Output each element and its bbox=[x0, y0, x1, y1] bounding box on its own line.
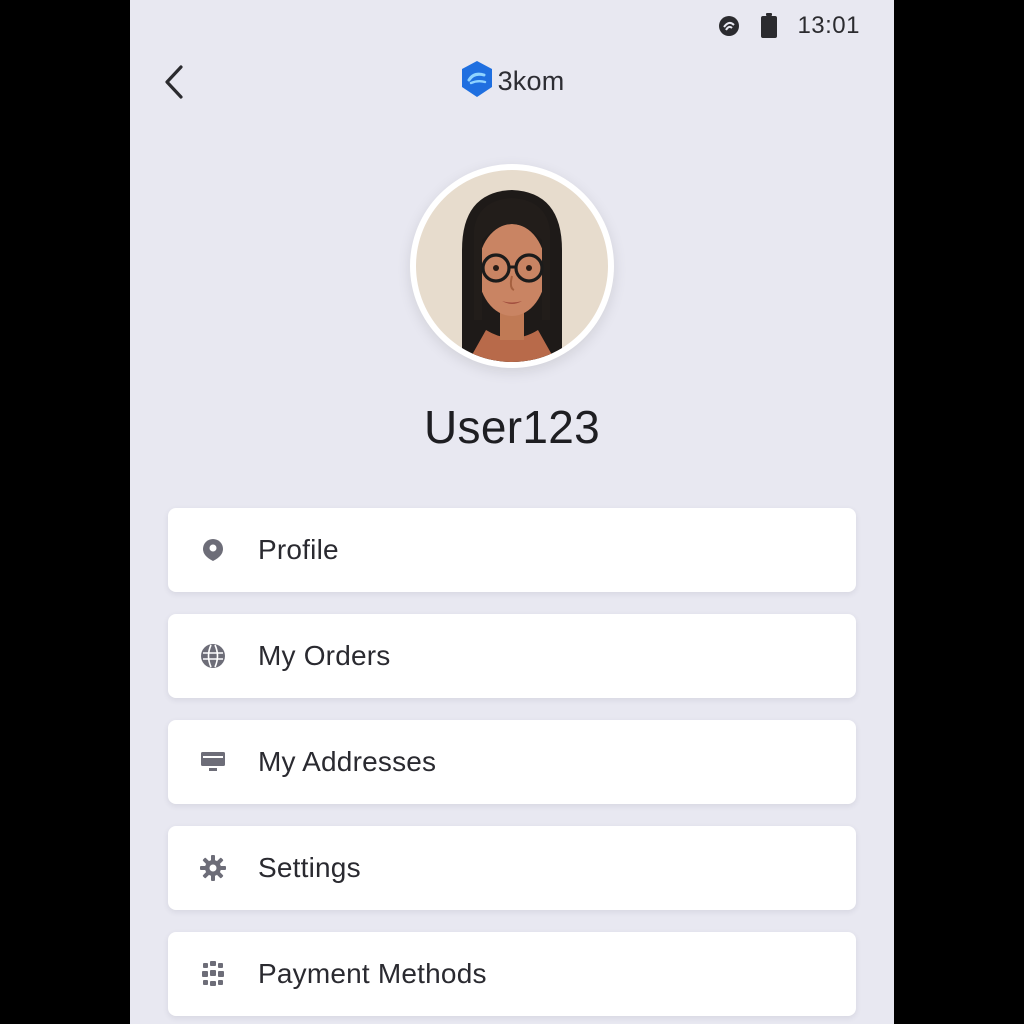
menu-item-label: My Orders bbox=[258, 640, 391, 671]
profile-menu: Profile My Orders My Addresses Settings … bbox=[168, 508, 856, 1024]
status-bar: 13:01 bbox=[717, 12, 860, 40]
menu-item-label: Profile bbox=[258, 534, 339, 565]
menu-item-label: My Addresses bbox=[258, 746, 437, 777]
menu-item-label: Settings bbox=[258, 852, 361, 883]
brand-logo-icon bbox=[460, 60, 494, 103]
globe-icon bbox=[198, 641, 228, 671]
location-pin-icon bbox=[198, 535, 228, 565]
menu-item-label: Payment Methods bbox=[258, 958, 487, 989]
status-time: 13:01 bbox=[797, 12, 860, 39]
menu-item-my-addresses[interactable]: My Addresses bbox=[168, 720, 856, 804]
menu-item-settings[interactable]: Settings bbox=[168, 826, 856, 910]
grid-cube-icon bbox=[198, 959, 228, 989]
menu-item-payment-methods[interactable]: Payment Methods bbox=[168, 932, 856, 1016]
username: User123 bbox=[424, 401, 600, 453]
battery-icon bbox=[757, 13, 781, 39]
menu-item-my-orders[interactable]: My Orders bbox=[168, 614, 856, 698]
monitor-icon bbox=[198, 747, 228, 777]
avatar[interactable] bbox=[410, 164, 614, 368]
menu-item-profile[interactable]: Profile bbox=[168, 508, 856, 592]
gear-icon bbox=[198, 853, 228, 883]
brand-name: 3kom bbox=[497, 66, 565, 96]
signal-icon bbox=[717, 13, 741, 39]
avatar-photo bbox=[416, 170, 608, 362]
app-brand: 3kom bbox=[130, 60, 894, 103]
app-screen: 13:01 3kom User123 Profile My Orders My … bbox=[130, 0, 894, 1024]
